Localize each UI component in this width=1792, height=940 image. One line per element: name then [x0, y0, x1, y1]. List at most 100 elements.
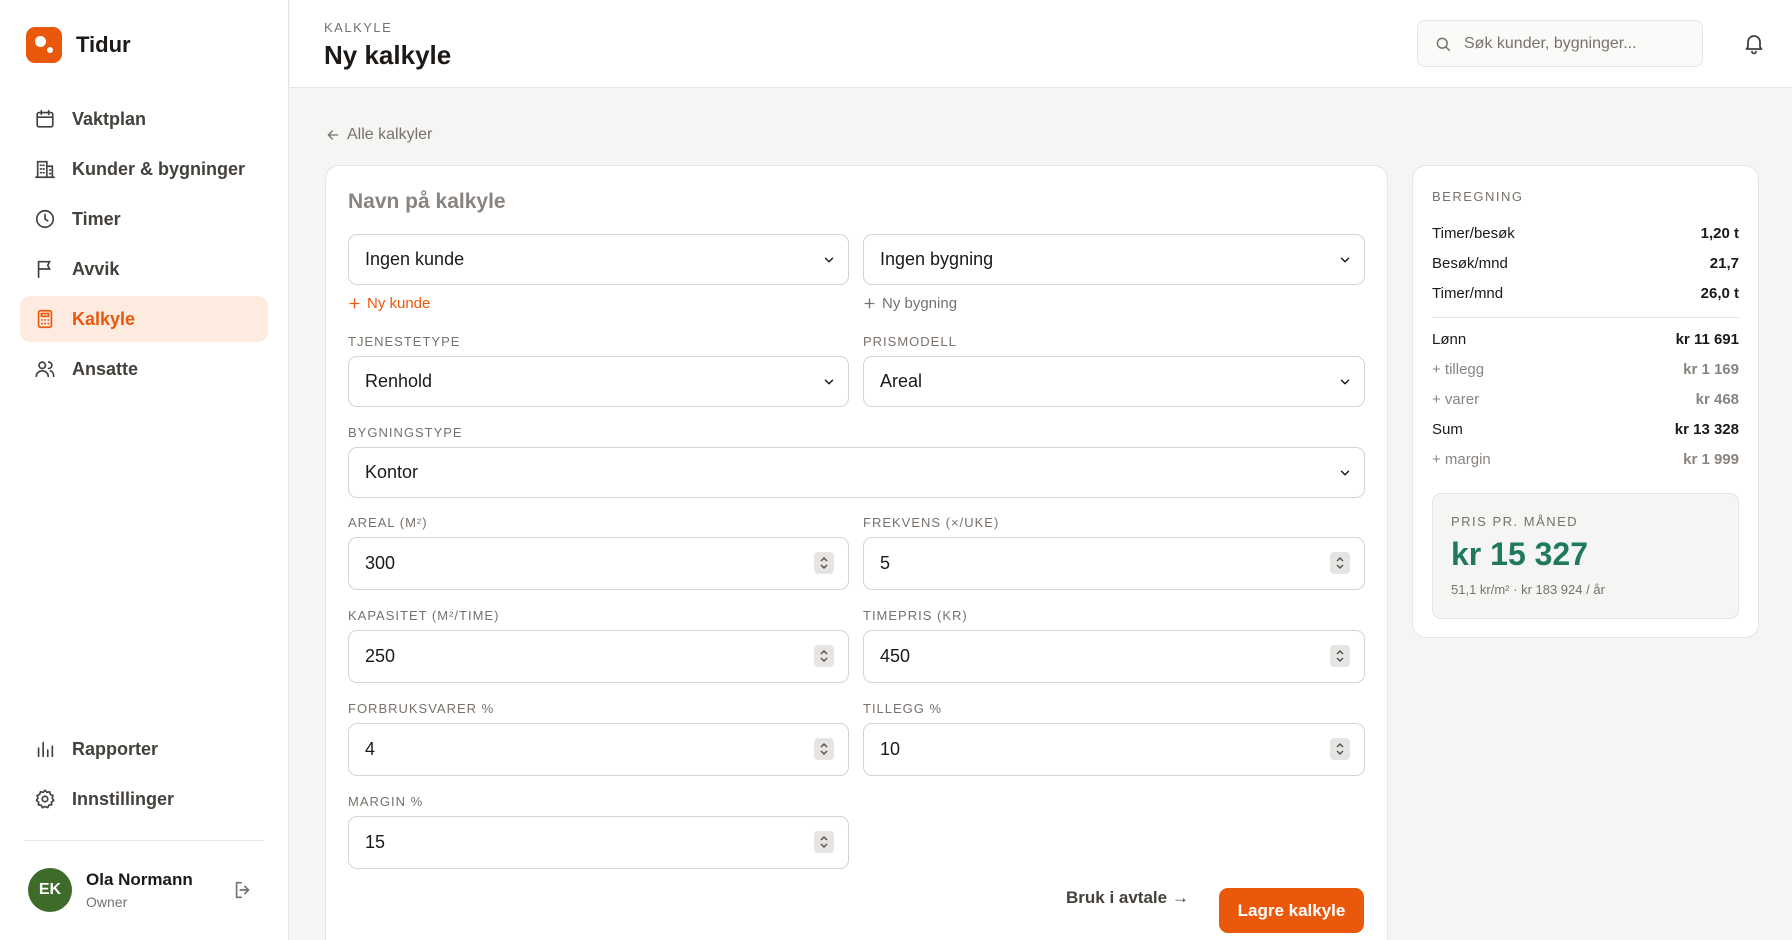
frequency-value: 5 [880, 553, 891, 573]
chevron-up-icon [1336, 742, 1344, 748]
sidebar-item-avvik[interactable]: Avvik [20, 246, 268, 292]
summary-row-value: 21,7 [1709, 255, 1739, 272]
hourly-rate-stepper[interactable] [1330, 645, 1350, 667]
sidebar-item-label: Kunder & bygninger [72, 158, 246, 179]
margin-stepper[interactable] [814, 831, 834, 853]
secondary-nav: Rapporter Innstillinger [20, 726, 268, 826]
consumables-label: FORBRUKSVARER % [348, 701, 495, 716]
monthly-price-detail: 51,1 kr/m² · kr 183 924 / år [1451, 582, 1605, 597]
area-stepper[interactable] [814, 552, 834, 574]
chevron-down-icon [820, 564, 828, 570]
search-input[interactable] [1464, 34, 1694, 53]
plus-icon [864, 298, 875, 309]
sidebar-item-kunder[interactable]: Kunder & bygninger [20, 146, 268, 192]
bell-icon[interactable] [1742, 31, 1766, 55]
summary-row: Besøk/mnd 21,7 [1432, 255, 1739, 272]
frequency-field[interactable]: 5 [863, 537, 1365, 590]
clock-icon [35, 209, 55, 229]
brand[interactable]: Tidur [26, 27, 131, 63]
summary-row-label: + varer [1432, 391, 1480, 408]
capacity-stepper[interactable] [814, 645, 834, 667]
summary-row: Timer/besøk 1,20 t [1432, 225, 1739, 242]
hourly-rate-field[interactable]: 450 [863, 630, 1365, 683]
customer-select[interactable]: Ingen kunde [348, 234, 849, 285]
customer-select-value: Ingen kunde [365, 249, 465, 269]
price-model-label: PRISMODELL [863, 334, 957, 349]
summary-row-label: Lønn [1432, 331, 1467, 348]
calendar-icon [36, 109, 54, 128]
capacity-label: KAPASITET (M²/TIME) [348, 608, 500, 623]
chevron-up-icon [820, 742, 828, 748]
summary-row-label: Timer/mnd [1432, 285, 1504, 302]
logout-icon[interactable] [232, 879, 254, 901]
sidebar-item-label: Kalkyle [72, 308, 136, 329]
search-icon [1436, 37, 1451, 51]
back-link[interactable]: Alle kalkyler [325, 126, 432, 144]
capacity-field[interactable]: 250 [348, 630, 849, 683]
back-link-label: Alle kalkyler [347, 126, 433, 143]
summary-row-value: kr 1 999 [1683, 451, 1739, 468]
user-profile[interactable]: EK Ola Normann Owner [28, 868, 193, 912]
chevron-up-icon [820, 835, 828, 841]
main-nav: Vaktplan Kunder & bygninger Timer Avvik … [20, 96, 268, 396]
sidebar-item-label: Avvik [72, 258, 120, 279]
building-select[interactable]: Ingen bygning [863, 234, 1365, 285]
sidebar-item-label: Rapporter [72, 738, 159, 759]
area-field[interactable]: 300 [348, 537, 849, 590]
consumables-field[interactable]: 4 [348, 723, 849, 776]
sidebar-item-kalkyle[interactable]: Kalkyle [20, 296, 268, 342]
hourly-rate-label: TIMEPRIS (KR) [863, 608, 968, 623]
sidebar-item-timer[interactable]: Timer [20, 196, 268, 242]
save-calculation-button[interactable]: Lagre kalkyle [1219, 888, 1364, 933]
avatar: EK [28, 868, 72, 912]
chevron-down-icon [1336, 657, 1344, 663]
calculation-summary: BEREGNING Timer/besøk 1,20 t Besøk/mnd 2… [1412, 165, 1759, 638]
summary-divider [1432, 317, 1739, 318]
calculator-icon [37, 309, 53, 329]
arrow-left-icon [327, 130, 339, 140]
building-type-select[interactable]: Kontor [348, 447, 1365, 498]
sidebar-item-innstillinger[interactable]: Innstillinger [20, 776, 268, 822]
chevron-up-icon [820, 556, 828, 562]
new-building-link[interactable]: Ny bygning [863, 295, 957, 312]
building-icon [35, 160, 55, 179]
new-customer-link[interactable]: Ny kunde [348, 295, 430, 312]
sidebar-item-rapporter[interactable]: Rapporter [20, 726, 268, 772]
summary-row-label: + margin [1432, 451, 1491, 468]
summary-row-value: 1,20 t [1700, 225, 1739, 242]
surcharge-field[interactable]: 10 [863, 723, 1365, 776]
brand-logo-icon [26, 27, 62, 63]
chevron-up-icon [1336, 556, 1344, 562]
surcharge-value: 10 [880, 739, 901, 759]
page-title: Ny kalkyle [324, 40, 452, 70]
surcharge-stepper[interactable] [1330, 738, 1350, 760]
sidebar-item-label: Ansatte [72, 358, 139, 379]
price-model-select[interactable]: Areal [863, 356, 1365, 407]
consumables-stepper[interactable] [814, 738, 834, 760]
building-type-label: BYGNINGSTYPE [348, 425, 463, 440]
summary-row-value: kr 11 691 [1675, 331, 1739, 348]
service-type-value: Renhold [365, 371, 433, 391]
summary-row-label: Sum [1432, 421, 1463, 438]
bar-chart-icon [37, 741, 54, 758]
service-type-select[interactable]: Renhold [348, 356, 849, 407]
use-in-agreement-button[interactable]: Bruk i avtale → [1066, 888, 1189, 908]
user-name: Ola Normann [86, 870, 193, 889]
summary-row: + varer kr 468 [1432, 391, 1739, 408]
building-type-value: Kontor [365, 462, 419, 482]
price-model-value: Areal [880, 371, 923, 391]
monthly-price-value: kr 15 327 [1451, 536, 1589, 572]
consumables-value: 4 [365, 739, 376, 759]
sidebar-item-label: Timer [72, 208, 121, 229]
sidebar-item-ansatte[interactable]: Ansatte [20, 346, 268, 392]
margin-field[interactable]: 15 [348, 816, 849, 869]
search-box[interactable] [1417, 20, 1703, 67]
gear-icon [35, 789, 55, 809]
sidebar-item-vaktplan[interactable]: Vaktplan [20, 96, 268, 142]
summary-row: + margin kr 1 999 [1432, 451, 1739, 468]
calculation-name-input[interactable] [348, 190, 1048, 214]
frequency-stepper[interactable] [1330, 552, 1350, 574]
capacity-value: 250 [365, 646, 396, 666]
area-label: AREAL (M²) [348, 515, 428, 530]
users-icon [35, 361, 55, 378]
